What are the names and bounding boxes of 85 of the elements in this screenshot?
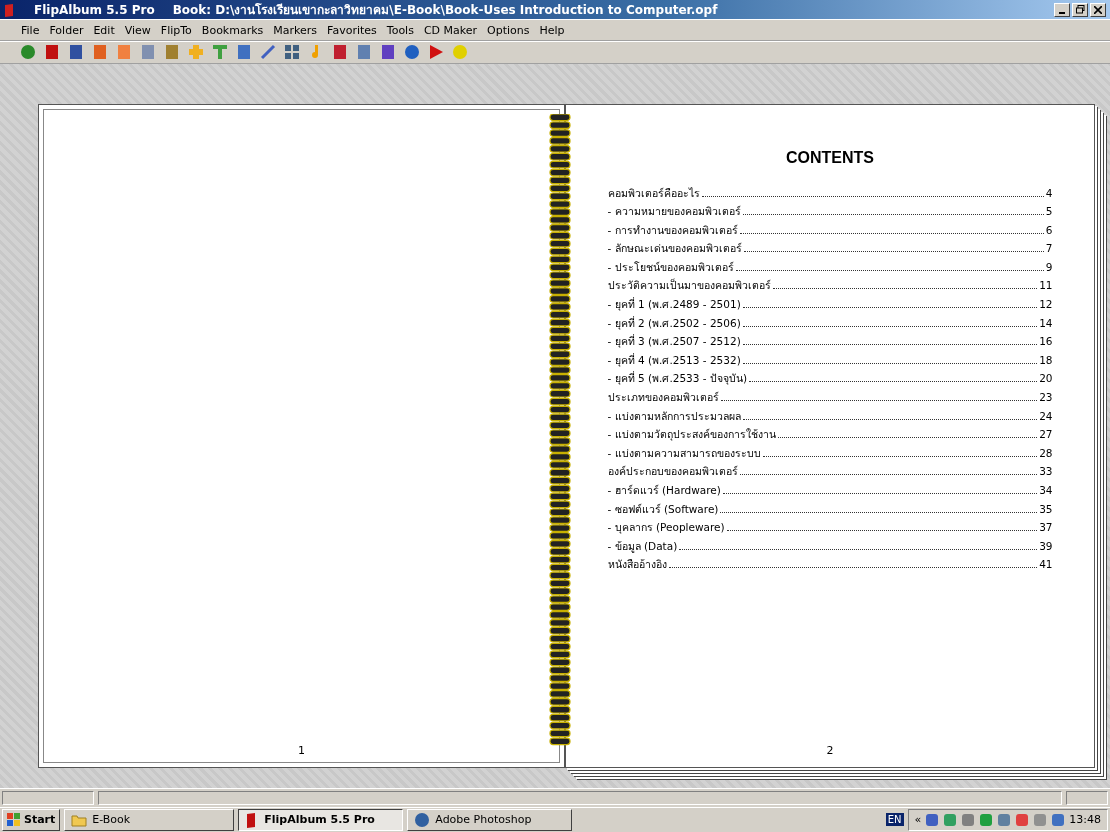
entry-page-number: 23 [1039,391,1053,404]
close-icon [1094,5,1102,14]
entry-title: ประเภทของคอมพิวเตอร์ [607,390,719,406]
tray-icon[interactable] [997,812,1012,827]
restore-button[interactable] [1072,2,1088,17]
entry-page-number: 5 [1045,205,1053,218]
taskbar-button[interactable]: E-Book [64,808,235,831]
tray-icon[interactable] [1051,812,1066,827]
entry-title: - แบ่งตามความสามารถของระบบ [607,445,761,461]
entry-title: - แบ่งตามวัตถุประสงค์ของการใช้งาน [607,427,776,443]
entry-page-number: 27 [1039,428,1053,441]
entry-title: - ข้อมูล (Data) [607,538,678,555]
pointer-icon[interactable] [428,44,444,61]
restore-icon [1075,5,1085,14]
menu-item[interactable]: Bookmarks [196,23,269,37]
entry-title: หนังสืออ้างอิง [607,557,667,573]
entry-page-number: 28 [1039,446,1053,459]
text-icon[interactable] [212,44,228,61]
close-button[interactable] [1090,2,1106,17]
entry-page-number: 4 [1045,186,1053,199]
entry-page-number: 35 [1039,502,1053,515]
taskbar-button[interactable]: FlipAlbum 5.5 Pro [238,808,404,831]
entry-page-number: 11 [1039,279,1053,292]
clock: 13:48 [1069,813,1101,827]
entry-title: - ซอฟต์แวร์ (Software) [607,501,719,517]
status-panel [1066,790,1108,805]
entry-page-number: 20 [1039,372,1053,385]
entry-title: คอมพิวเตอร์คืออะไร [607,185,700,201]
book-path: Book: D:\งานโรงเรียนเขากะลาวิทยาคม\E-Book\Book-Uses Introduction to Computer.opf [172,2,718,19]
entry-page-number: 33 [1039,465,1053,478]
taskbar-button[interactable]: Adobe Photoshop [407,808,573,831]
menu-item[interactable]: File [16,23,45,37]
entry-page-number: 16 [1039,335,1053,348]
menu-item[interactable]: Folder [44,23,89,37]
entry-page-number: 12 [1039,298,1053,311]
menu-item[interactable]: Help [534,23,570,37]
entry-title: - ฮาร์ดแวร์ (Hardware) [607,483,721,498]
entry-title: - การทำงานของคอมพิวเตอร์ [607,222,738,238]
language-indicator[interactable]: EN [885,813,904,827]
windows-logo-icon [7,812,21,827]
tray-icon[interactable] [925,812,940,827]
entry-page-number: 18 [1039,353,1053,366]
contents-heading: CONTENTS [786,148,874,167]
entry-page-number: 6 [1045,223,1053,236]
entry-page-number: 34 [1039,484,1053,496]
entry-page-number: 37 [1039,521,1053,534]
entry-title: - ความหมายของคอมพิวเตอร์ [607,204,741,220]
menu-item[interactable]: FlipTo [155,23,197,37]
menu-item[interactable]: CD Maker [418,23,483,37]
tray-icon[interactable] [1033,812,1048,827]
entry-title: - ยุคที่ 5 (พ.ศ.2533 - ปัจจุบัน) [607,370,748,387]
menu-item[interactable]: Edit [88,23,120,37]
entry-title: - ยุคที่ 4 (พ.ศ.2513 - 2532) [607,352,741,369]
app-title: FlipAlbum 5.5 Pro [34,2,155,17]
entry-title: - ประโยชน์ของคอมพิวเตอร์ [607,259,734,275]
entry-page-number: 14 [1039,316,1053,329]
tray-icon[interactable] [961,812,976,827]
menu-item[interactable]: Tools [381,23,419,37]
entry-title: - ยุคที่ 1 (พ.ศ.2489 - 2501) [607,296,741,313]
entry-title: ประวัติความเป็นมาของคอมพิวเตอร์ [607,277,771,294]
entry-page-number: 9 [1045,260,1053,273]
entry-page-number: 39 [1039,539,1053,552]
tray-icon[interactable] [1015,812,1030,827]
entry-title: - แบ่งตามหลักการประมวลผล [607,408,741,424]
menu-item[interactable]: Options [482,23,535,37]
entry-title: องค์ประกอบของคอมพิวเตอร์ [607,464,738,480]
tray-expand-button[interactable]: « [914,813,922,827]
menu-item[interactable]: View [119,23,156,37]
entry-title: - ยุคที่ 3 (พ.ศ.2507 - 2512) [607,333,741,350]
start-button[interactable]: Start [2,808,61,831]
tray-icon[interactable] [943,812,958,827]
grid-icon[interactable] [284,44,300,61]
minimize-button[interactable] [1054,2,1070,17]
entry-page-number: 41 [1039,558,1053,571]
entry-page-number: 7 [1045,242,1053,255]
entry-title: - บุคลากร (Peopleware) [607,520,725,536]
entry-title: - ยุคที่ 2 (พ.ศ.2502 - 2506) [607,315,741,332]
tray-icon[interactable] [979,812,994,827]
menu-item[interactable]: Markers [268,23,323,37]
menu-item[interactable]: Favorites [322,23,382,37]
page-number: 1 [298,743,305,757]
entry-title: - ลักษณะเด่นของคอมพิวเตอร์ [607,241,742,257]
entry-page-number: 24 [1039,409,1053,422]
page-number: 2 [826,743,834,757]
minimize-icon [1059,11,1065,14]
